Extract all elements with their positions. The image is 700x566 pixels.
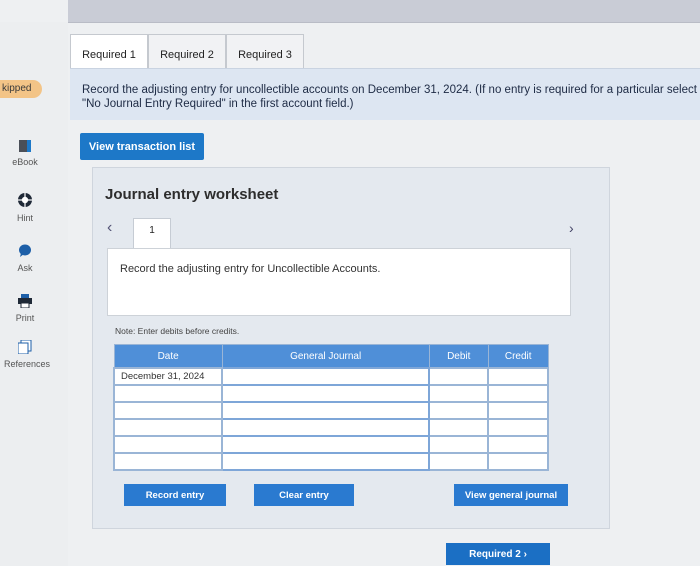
- journal-entry-worksheet: Journal entry worksheet ‹ 1 › Record the…: [92, 167, 610, 529]
- next-required-2-button[interactable]: Required 2 ›: [446, 543, 550, 565]
- sidebar-item-hint[interactable]: Hint: [4, 192, 46, 223]
- credit-cell[interactable]: [487, 435, 549, 454]
- column-header-debit: Debit: [428, 344, 489, 369]
- journal-table: Date General Journal Debit Credit Decemb…: [112, 344, 549, 471]
- sidebar-item-label: Hint: [16, 213, 33, 223]
- table-row: December 31, 2024: [112, 367, 549, 386]
- date-cell[interactable]: [112, 418, 224, 437]
- credit-cell[interactable]: [487, 367, 549, 386]
- next-button-label: Required 2: [469, 548, 521, 560]
- account-cell[interactable]: [221, 367, 431, 386]
- clear-entry-button[interactable]: Clear entry: [254, 484, 354, 506]
- sidebar-item-label: References: [4, 359, 51, 369]
- chevron-right-icon: ›: [523, 548, 527, 560]
- table-row: [112, 418, 549, 437]
- debit-cell[interactable]: [428, 452, 490, 471]
- debit-cell[interactable]: [428, 401, 490, 420]
- lifebuoy-icon: [4, 192, 46, 210]
- entry-description: Record the adjusting entry for Uncollect…: [107, 248, 571, 316]
- date-cell[interactable]: [112, 435, 224, 454]
- chevron-right-icon[interactable]: ›: [569, 220, 574, 236]
- debit-cell[interactable]: [428, 435, 490, 454]
- debit-cell[interactable]: [428, 384, 490, 403]
- credit-cell[interactable]: [487, 384, 549, 403]
- table-row: [112, 452, 549, 471]
- date-cell[interactable]: [112, 384, 224, 403]
- note-text: Note: Enter debits before credits.: [115, 326, 240, 336]
- speech-bubble-icon: [4, 244, 46, 260]
- credit-cell[interactable]: [487, 418, 549, 437]
- table-row: [112, 384, 549, 403]
- skipped-badge[interactable]: kipped: [0, 80, 42, 98]
- sidebar-item-references[interactable]: References: [4, 339, 50, 369]
- table-row: [112, 401, 549, 420]
- top-banner: [68, 0, 700, 23]
- date-cell[interactable]: [112, 401, 224, 420]
- column-header-general-journal: General Journal: [221, 344, 430, 369]
- tab-required-2[interactable]: Required 2: [148, 34, 226, 68]
- column-header-date: Date: [113, 344, 223, 369]
- credit-cell[interactable]: [487, 401, 549, 420]
- account-cell[interactable]: [221, 384, 431, 403]
- sidebar-item-ask[interactable]: Ask: [4, 244, 46, 273]
- account-cell[interactable]: [221, 452, 431, 471]
- table-row: [112, 435, 549, 454]
- column-header-credit: Credit: [487, 344, 549, 369]
- sidebar-item-label: Print: [15, 313, 35, 323]
- printer-icon: [4, 294, 46, 310]
- entry-tab-1[interactable]: 1: [133, 218, 171, 248]
- account-cell[interactable]: [221, 418, 431, 437]
- record-entry-button[interactable]: Record entry: [124, 484, 226, 506]
- sidebar-item-ebook[interactable]: eBook: [4, 140, 46, 167]
- worksheet-title: Journal entry worksheet: [105, 186, 279, 203]
- account-cell[interactable]: [221, 435, 431, 454]
- sidebar-item-print[interactable]: Print: [4, 294, 46, 323]
- left-sidebar: kipped eBook Hint Ask Print References: [0, 22, 68, 566]
- account-cell[interactable]: [221, 401, 431, 420]
- chevron-left-icon[interactable]: ‹: [107, 219, 112, 237]
- credit-cell[interactable]: [487, 452, 549, 471]
- sidebar-item-label: Ask: [17, 263, 33, 273]
- tab-required-1[interactable]: Required 1: [70, 34, 148, 68]
- view-transaction-list-button[interactable]: View transaction list: [80, 133, 204, 160]
- instructions-text: Record the adjusting entry for uncollect…: [70, 68, 700, 120]
- date-cell[interactable]: December 31, 2024: [112, 367, 224, 386]
- debit-cell[interactable]: [428, 367, 490, 386]
- view-general-journal-button[interactable]: View general journal: [454, 484, 568, 506]
- document-icon: [4, 339, 46, 356]
- date-cell[interactable]: [112, 452, 224, 471]
- tab-required-3[interactable]: Required 3: [226, 34, 304, 68]
- debit-cell[interactable]: [428, 418, 490, 437]
- book-icon: [4, 140, 46, 154]
- sidebar-item-label: eBook: [12, 157, 38, 167]
